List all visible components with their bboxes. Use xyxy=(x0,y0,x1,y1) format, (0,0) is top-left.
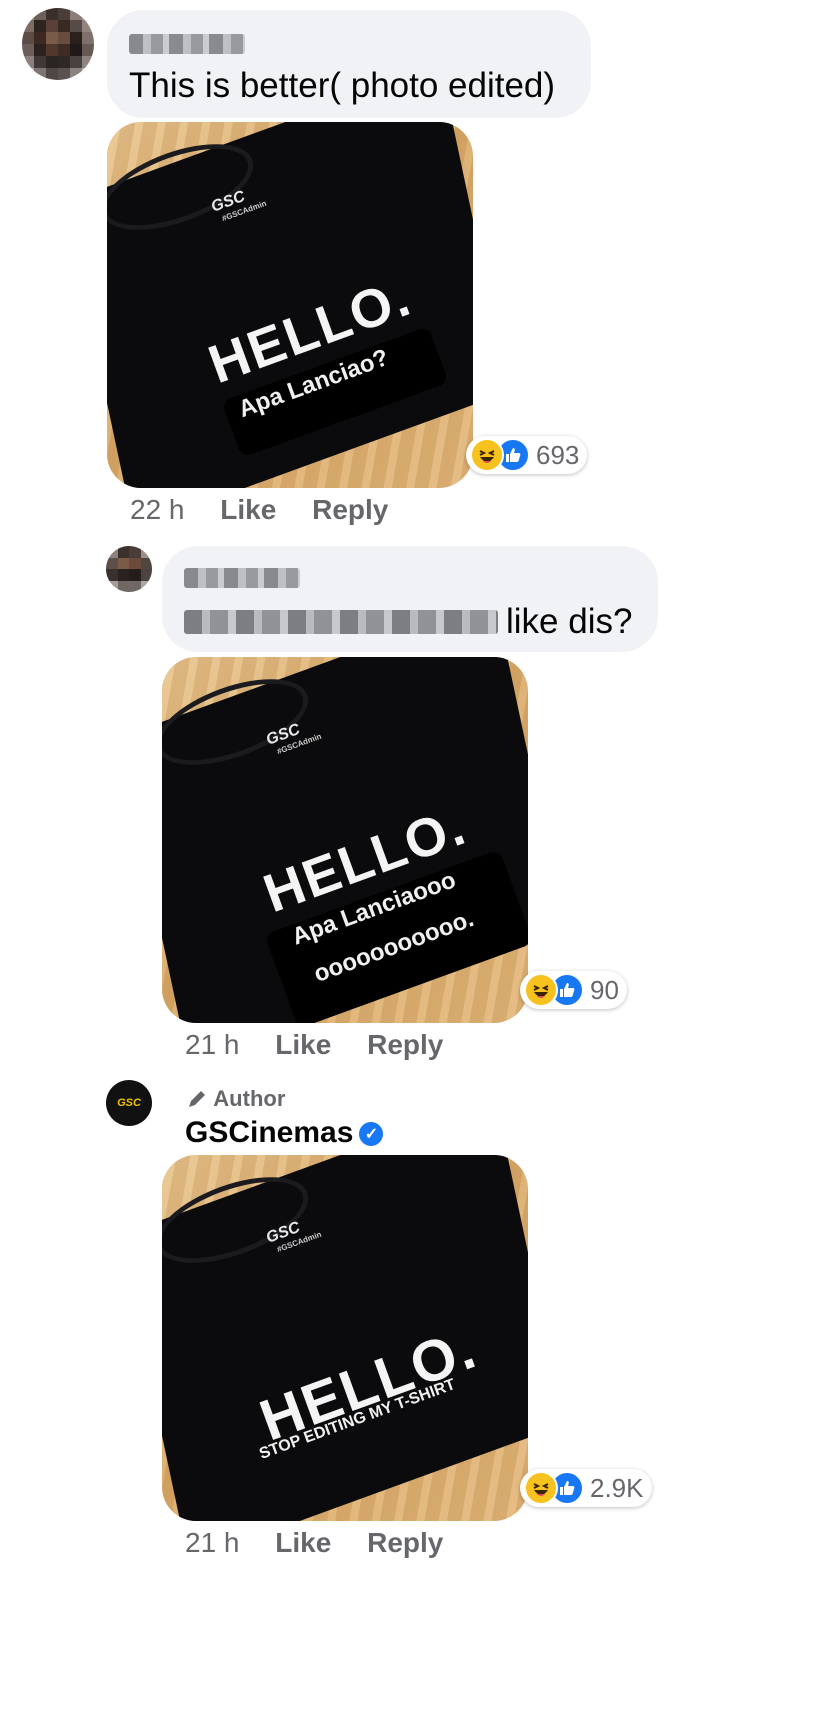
reply-button[interactable]: Reply xyxy=(367,1029,443,1060)
commenter-avatar[interactable] xyxy=(106,546,152,592)
comment-time[interactable]: 21 h xyxy=(185,1527,240,1558)
comment-photo[interactable]: GSC #GSCAdmin HELLO. Apa Lanciaooo oooooo… xyxy=(162,657,528,1023)
verified-badge-icon: ✓ xyxy=(359,1122,384,1147)
like-button[interactable]: Like xyxy=(275,1029,331,1060)
commenter-name-blurred[interactable] xyxy=(129,34,245,54)
comment-bubble: like dis? xyxy=(162,546,658,652)
like-button[interactable]: Like xyxy=(220,494,276,525)
author-name-text: GSCinemas xyxy=(185,1116,354,1149)
comment-text: like dis? xyxy=(506,602,633,641)
reaction-count: 90 xyxy=(590,974,619,1005)
haha-reaction-icon xyxy=(524,1471,558,1505)
comment-photo[interactable]: GSC #GSCAdmin HELLO. Apa Lanciao? xyxy=(107,122,473,488)
haha-reaction-icon xyxy=(470,438,504,472)
author-tag-label: Author xyxy=(213,1086,286,1111)
comment-text: This is better( photo edited) xyxy=(129,66,556,105)
commenter-name-blurred[interactable] xyxy=(184,568,300,588)
author-name[interactable]: GSCinemas ✓ xyxy=(185,1116,384,1150)
comment-time[interactable]: 22 h xyxy=(130,494,185,525)
comment-meta: 21 h Like Reply xyxy=(185,1029,443,1061)
comment-bubble: This is better( photo edited) xyxy=(107,10,591,118)
pen-icon xyxy=(189,1091,205,1107)
haha-reaction-icon xyxy=(524,973,558,1007)
like-button[interactable]: Like xyxy=(275,1527,331,1558)
reaction-count: 693 xyxy=(536,439,580,470)
gsc-logo: GSC xyxy=(117,1097,141,1109)
reply-button[interactable]: Reply xyxy=(367,1527,443,1558)
reply-button[interactable]: Reply xyxy=(312,494,388,525)
commenter-avatar[interactable] xyxy=(22,8,94,80)
comment-meta: 21 h Like Reply xyxy=(185,1527,443,1559)
comment-meta: 22 h Like Reply xyxy=(130,494,388,526)
reaction-summary[interactable]: 90 xyxy=(520,971,627,1009)
comment-time[interactable]: 21 h xyxy=(185,1029,240,1060)
author-avatar[interactable]: GSC xyxy=(106,1080,152,1126)
author-tag: Author xyxy=(186,1086,285,1112)
comment-photo[interactable]: GSC #GSCAdmin HELLO. STOP EDITING MY T-SH… xyxy=(162,1155,528,1521)
mentioned-name-blurred[interactable] xyxy=(184,610,498,634)
reaction-summary[interactable]: 2.9K xyxy=(520,1469,652,1507)
reaction-summary[interactable]: 693 xyxy=(466,436,588,474)
reaction-count: 2.9K xyxy=(590,1472,644,1503)
